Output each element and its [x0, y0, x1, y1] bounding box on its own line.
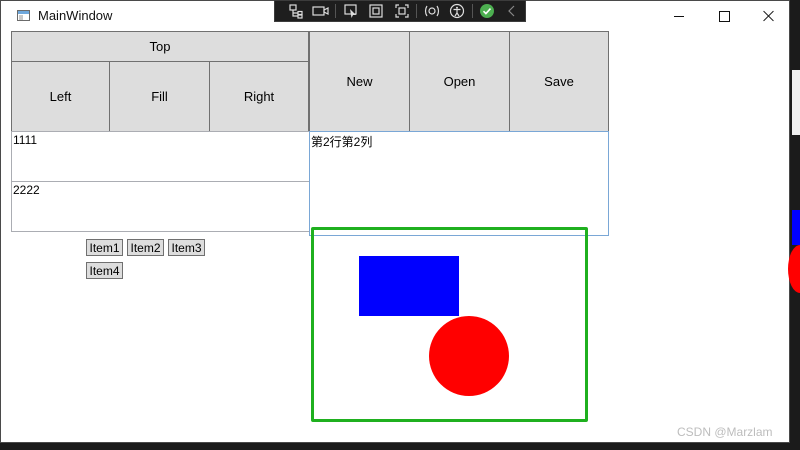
hot-reload-icon[interactable] — [419, 2, 444, 20]
check-icon[interactable] — [475, 2, 500, 20]
minimize-icon — [674, 15, 684, 17]
toolbar-separator — [416, 4, 418, 18]
record-icon[interactable] — [308, 2, 333, 20]
red-circle — [429, 316, 509, 396]
new-button[interactable]: New — [309, 31, 410, 132]
live-visual-tree-icon[interactable] — [283, 2, 308, 20]
main-window: MainWindow Top Left Fill Right New Open … — [0, 0, 790, 443]
background-window-fragment — [792, 70, 800, 135]
window-content: Top Left Fill Right New Open Save 1111 2… — [11, 31, 789, 441]
maximize-button[interactable] — [701, 1, 747, 31]
maximize-icon — [718, 10, 730, 22]
toolbar-separator — [471, 4, 473, 18]
right-button[interactable]: Right — [209, 61, 309, 132]
textbox-row2[interactable]: 2222 — [11, 181, 310, 232]
save-button[interactable]: Save — [509, 31, 609, 132]
item2-button[interactable]: Item2 — [127, 239, 164, 256]
track-focus-icon[interactable] — [389, 2, 414, 20]
select-element-icon[interactable] — [338, 2, 363, 20]
top-button[interactable]: Top — [11, 31, 309, 62]
display-adorners-icon[interactable] — [364, 2, 389, 20]
blue-rectangle — [359, 256, 459, 316]
textbox-row1[interactable]: 1111 — [11, 131, 310, 182]
watermark-text: CSDN @Marzlam — [677, 425, 773, 439]
collapse-chevron-icon[interactable] — [500, 2, 525, 20]
close-icon — [763, 10, 775, 22]
accessibility-icon[interactable] — [444, 2, 469, 20]
item3-button[interactable]: Item3 — [168, 239, 205, 256]
close-button[interactable] — [746, 1, 792, 31]
open-button[interactable]: Open — [409, 31, 510, 132]
minimize-button[interactable] — [656, 1, 702, 31]
item1-button[interactable]: Item1 — [86, 239, 123, 256]
window-title: MainWindow — [38, 8, 113, 23]
item4-button[interactable]: Item4 — [86, 262, 123, 279]
canvas-border — [311, 227, 588, 422]
background-blue-shape — [792, 210, 800, 245]
xaml-debug-toolbar — [274, 0, 526, 22]
left-button[interactable]: Left — [11, 61, 110, 132]
textbox-cell-2-2[interactable]: 第2行第2列 — [309, 131, 609, 236]
app-window-icon — [17, 10, 30, 21]
toolbar-separator — [335, 4, 337, 18]
fill-button[interactable]: Fill — [109, 61, 210, 132]
